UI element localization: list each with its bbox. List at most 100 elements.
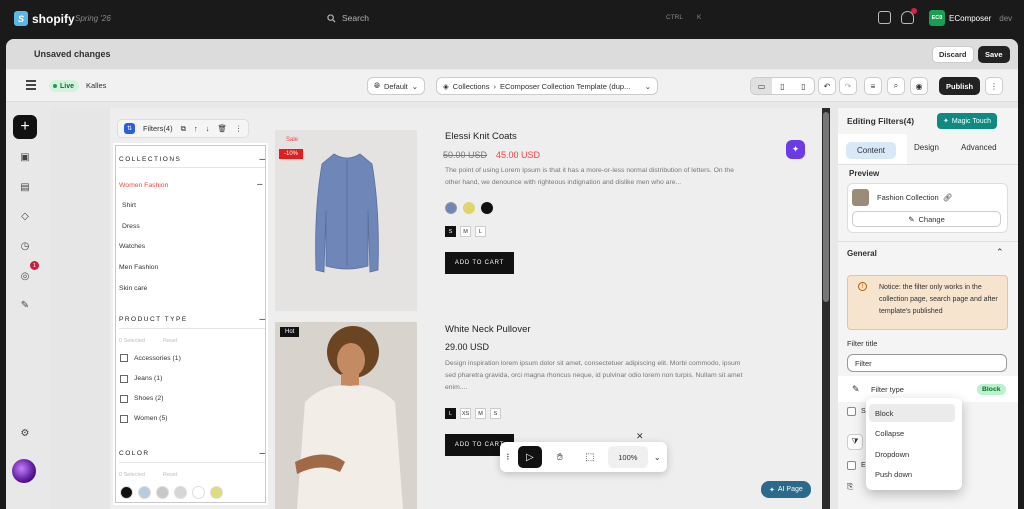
size-option[interactable]: L	[475, 226, 486, 237]
product-title[interactable]: White Neck Pullover	[445, 324, 531, 335]
collection-item[interactable]: Women Fashion	[119, 182, 168, 189]
brush-icon[interactable]: ✎	[19, 299, 31, 311]
collection-item[interactable]: Shirt	[122, 202, 136, 209]
product-type-item[interactable]: Jeans (1)	[134, 375, 162, 382]
change-button[interactable]: ✎ Change	[852, 211, 1001, 227]
drag-handle-icon[interactable]: ⠇	[506, 453, 512, 462]
color-swatch[interactable]	[210, 486, 223, 499]
close-icon[interactable]: ✕	[636, 431, 644, 442]
product-type-heading[interactable]: PRODUCT TYPE –	[119, 314, 265, 325]
collection-item[interactable]: Watches	[119, 243, 145, 250]
color-swatch[interactable]	[156, 486, 169, 499]
dropdown-option-block[interactable]: Block	[869, 404, 955, 422]
language-select[interactable]: 🌐︎ Default ⌄	[367, 77, 426, 95]
filter-title-input[interactable]: Filter	[847, 354, 1007, 372]
settings-sliders-icon[interactable]: ≡	[864, 77, 882, 95]
collections-heading[interactable]: COLLECTIONS –	[119, 154, 265, 165]
collection-item[interactable]: Dress	[122, 223, 140, 230]
layout-icon[interactable]: ▤	[19, 181, 31, 193]
fit-screen-icon[interactable]: ⬚	[578, 446, 602, 468]
template-select[interactable]: ◈ Collections › EComposer Collection Tem…	[436, 77, 658, 95]
chevron-down-icon[interactable]: ⌄	[654, 453, 661, 462]
collection-item[interactable]: Skin care	[119, 285, 147, 292]
sparkle-icon[interactable]: ✦	[786, 140, 805, 159]
product-title[interactable]: Elessi Knit Coats	[445, 131, 517, 142]
arrow-up-icon[interactable]: ↑	[194, 124, 198, 133]
dropdown-option-collapse[interactable]: Collapse	[869, 424, 955, 442]
more-icon[interactable]: ⋮	[235, 124, 243, 133]
color-swatch[interactable]	[138, 486, 151, 499]
checkbox[interactable]	[847, 407, 856, 416]
store-switcher[interactable]: EC0 EComposer dev	[929, 10, 1012, 26]
chevron-up-icon[interactable]: ⌃	[996, 247, 1004, 258]
zoom-level[interactable]: 100%	[607, 446, 648, 468]
tablet-icon[interactable]: ▯	[772, 78, 793, 94]
tab-content[interactable]: Content	[846, 142, 897, 159]
color-heading[interactable]: COLOR –	[119, 448, 265, 459]
color-swatch[interactable]	[120, 486, 133, 499]
product-type-item[interactable]: Shoes (2)	[134, 395, 163, 402]
product-type-item[interactable]: Accessories (1)	[134, 355, 181, 362]
size-option[interactable]: S	[445, 226, 456, 237]
size-option[interactable]: XS	[460, 408, 471, 419]
preview-search-icon[interactable]: ⌕	[887, 77, 905, 95]
dropdown-option-dropdown[interactable]: Dropdown	[869, 445, 955, 463]
reset-link[interactable]: Reset	[163, 472, 177, 478]
ai-assistant-orb[interactable]	[12, 459, 36, 483]
checkbox[interactable]	[847, 461, 856, 470]
collapse-minus-icon[interactable]: –	[259, 448, 265, 459]
bell-icon[interactable]	[901, 8, 917, 24]
filters-widget[interactable]: COLLECTIONS – Women Fashion – Shirt Dress…	[113, 143, 268, 505]
arrow-down-icon[interactable]: ↓	[206, 124, 210, 133]
checkbox[interactable]	[120, 354, 128, 362]
tab-advanced[interactable]: Advanced	[961, 143, 997, 152]
comments-icon[interactable]: ◎	[19, 270, 31, 282]
scrollbar-thumb[interactable]	[823, 112, 829, 302]
ai-page-button[interactable]: ✦ AI Page	[761, 481, 811, 498]
product-image[interactable]: Sale -10%	[275, 130, 417, 311]
size-option[interactable]: M	[460, 226, 471, 237]
color-swatch[interactable]	[174, 486, 187, 499]
undo-icon[interactable]: ↶	[818, 77, 836, 95]
search-input[interactable]: Search	[327, 13, 369, 23]
more-icon[interactable]: ⋮	[985, 77, 1003, 95]
menu-icon[interactable]	[26, 80, 36, 92]
checkbox[interactable]	[120, 415, 128, 423]
variant-thumb[interactable]	[481, 202, 493, 214]
redo-icon[interactable]: ↷	[839, 77, 857, 95]
pointer-icon[interactable]: ▷	[517, 446, 542, 468]
size-option[interactable]: S	[490, 408, 501, 419]
eye-icon[interactable]: ◉	[910, 77, 928, 95]
link-icon[interactable]: 🔗︎	[943, 193, 953, 202]
mobile-icon[interactable]: ▯	[793, 78, 814, 94]
magic-touch-button[interactable]: ✦ Magic Touch	[937, 113, 998, 129]
size-option[interactable]: L	[445, 408, 456, 419]
sections-icon[interactable]: ▣	[19, 151, 31, 163]
collapse-minus-icon[interactable]: –	[259, 154, 265, 165]
checkbox[interactable]	[120, 375, 128, 383]
desktop-icon[interactable]: ▭	[751, 78, 772, 94]
discard-button[interactable]: Discard	[932, 46, 974, 63]
reset-link[interactable]: Reset	[163, 338, 177, 344]
canvas-scrollbar[interactable]	[822, 108, 830, 509]
filter-icon[interactable]: ⧩	[847, 434, 863, 450]
history-icon[interactable]: ◷	[19, 240, 31, 252]
variant-thumb[interactable]	[445, 202, 457, 214]
app-icon[interactable]	[878, 11, 891, 24]
product-type-item[interactable]: Women (5)	[134, 415, 168, 422]
add-element-button[interactable]: +	[13, 115, 37, 139]
tab-design[interactable]: Design	[914, 143, 939, 152]
gear-icon[interactable]: ⚙	[19, 427, 31, 439]
checkbox[interactable]	[120, 395, 128, 403]
hand-icon[interactable]: ✋︎	[548, 446, 572, 468]
collapse-minus-icon[interactable]: –	[259, 314, 265, 325]
shopify-logo[interactable]: S shopify	[14, 11, 75, 26]
layers-icon[interactable]: ◇	[19, 210, 31, 222]
collection-item[interactable]: Men Fashion	[119, 264, 158, 271]
publish-button[interactable]: Publish	[939, 77, 981, 95]
size-option[interactable]: M	[475, 408, 486, 419]
collapse-minus-icon[interactable]: –	[257, 179, 263, 190]
save-button[interactable]: Save	[978, 46, 1010, 63]
add-to-cart-button[interactable]: ADD TO CART	[445, 252, 514, 274]
clipboard-icon[interactable]: ⎘	[847, 482, 853, 492]
